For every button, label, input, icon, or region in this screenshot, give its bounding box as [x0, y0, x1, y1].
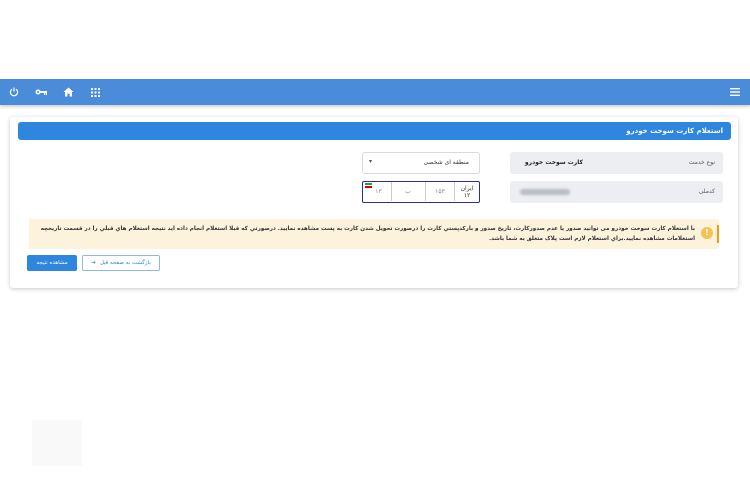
home-icon[interactable] [58, 79, 78, 105]
view-result-button[interactable]: مشاهده نتیجه [27, 255, 77, 271]
top-navbar [0, 79, 750, 105]
service-type-field: نوع خدمت کارت سوخت خودرو [510, 152, 723, 174]
chevron-down-icon: ▾ [369, 158, 373, 165]
region-select-value: منطقه ای شخصی [423, 159, 469, 166]
region-select[interactable]: منطقه ای شخصی ▾ [362, 152, 480, 174]
back-button[interactable]: بازگشت به صفحه قبل➔ [82, 255, 160, 271]
national-code-field: کدملی [510, 181, 723, 203]
apps-grid-icon[interactable] [85, 79, 105, 105]
panel-title: استعلام کارت سوخت خودرو [18, 122, 731, 140]
national-code-label: کدملی [698, 188, 715, 195]
background-placeholder [32, 420, 82, 466]
plate-region-code: ۱۲ [463, 191, 471, 199]
iran-flag-icon [365, 183, 372, 188]
plate-iran-label: ایران [460, 184, 474, 192]
national-code-value-blurred [520, 189, 570, 195]
back-button-label: بازگشت به صفحه قبل [99, 260, 151, 266]
arrow-right-icon: ➔ [91, 260, 96, 266]
info-alert: ! با استعلام کارت سوخت خودرو می توانید ص… [29, 219, 719, 249]
warning-icon: ! [701, 227, 713, 239]
service-type-label: نوع خدمت [688, 159, 715, 166]
plate-three-digits[interactable]: ۱۵۳ [425, 182, 455, 201]
alert-accent-bar [717, 225, 719, 243]
key-icon[interactable] [31, 79, 51, 105]
license-plate-input[interactable]: ایران ۱۲ ۱۵۳ ب ۱۳ [362, 181, 480, 203]
service-type-value: کارت سوخت خودرو [524, 159, 583, 166]
alert-message: با استعلام کارت سوخت خودرو می توانید صدو… [40, 226, 695, 242]
plate-iran-section[interactable]: ایران ۱۲ [455, 182, 479, 201]
power-icon[interactable] [4, 79, 24, 105]
plate-letter[interactable]: ب [391, 182, 425, 201]
fuel-card-inquiry-panel: استعلام کارت سوخت خودرو نوع خدمت کارت سو… [10, 117, 738, 288]
hamburger-menu-icon[interactable] [725, 79, 745, 105]
